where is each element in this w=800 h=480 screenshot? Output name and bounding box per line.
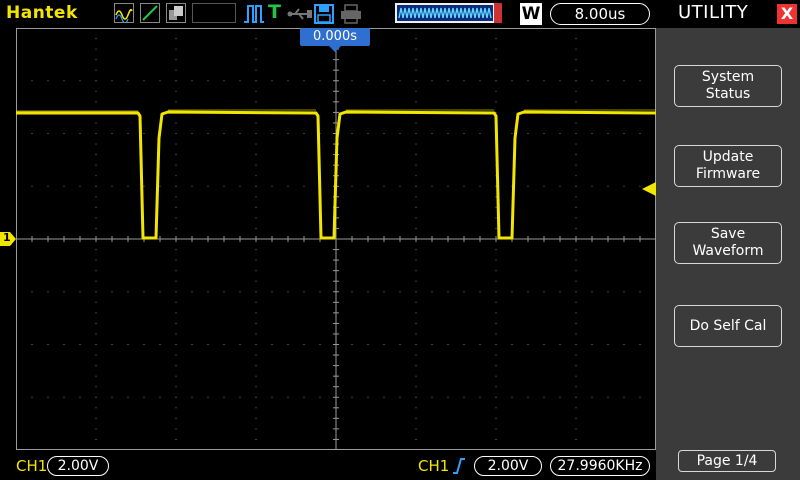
print-icon[interactable]	[340, 4, 362, 28]
menu-item-line1: Update	[702, 149, 754, 165]
memory-depth-indicator	[395, 3, 495, 23]
update-firmware-button[interactable]: Update Firmware	[674, 145, 782, 187]
menu-item-line2: Waveform	[692, 243, 764, 259]
menu-item-line1: System	[701, 69, 755, 85]
save-waveform-button[interactable]: Save Waveform	[674, 222, 782, 264]
memory-position-marker	[494, 3, 502, 23]
menu-item-line1: Save	[710, 226, 746, 242]
status-bar: Hantek T W 8.00us	[0, 0, 656, 28]
save-icon[interactable]	[314, 4, 334, 28]
persist-mode-icon[interactable]	[166, 3, 186, 23]
channel-status-bar: CH1 2.00V CH1 2.00V 27.9960KHz	[0, 452, 656, 480]
trigger-level-readout[interactable]: 2.00V	[474, 456, 542, 476]
close-button[interactable]: X	[777, 4, 797, 24]
xy-mode-icon[interactable]	[140, 3, 160, 23]
menu-page-indicator[interactable]: Page 1/4	[678, 450, 776, 472]
brand-logo: Hantek	[6, 3, 78, 23]
ch1-volts-per-div[interactable]: 2.00V	[47, 456, 109, 476]
do-self-cal-button[interactable]: Do Self Cal	[674, 305, 782, 347]
menu-item-line2: Firmware	[695, 166, 761, 182]
trigger-source-label: CH1	[418, 457, 450, 475]
utility-menu: UTILITY X System Status Update Firmware …	[656, 0, 800, 480]
frequency-readout: 27.9960KHz	[550, 456, 650, 476]
window-mode-label: W	[520, 3, 542, 25]
menu-item-line1: Do Self Cal	[689, 317, 767, 334]
timebase-readout[interactable]: 8.00us	[550, 3, 650, 25]
blank-status-slot	[192, 3, 236, 23]
waveform-vector-icon[interactable]	[114, 3, 134, 24]
usb-icon	[287, 6, 313, 25]
ch1-marker-label: 1	[3, 231, 11, 244]
trigger-position-arrow-icon	[328, 45, 342, 52]
trigger-level-marker[interactable]	[642, 181, 656, 196]
menu-item-line2: Status	[705, 86, 751, 102]
trigger-position-readout[interactable]: 0.000s	[300, 28, 370, 46]
run-mode-icon[interactable]	[242, 2, 266, 26]
waveform-grid[interactable]	[16, 28, 656, 450]
ch1-label: CH1	[16, 457, 48, 475]
menu-title-bar: UTILITY X	[656, 0, 800, 28]
rising-edge-icon	[452, 457, 466, 479]
system-status-button[interactable]: System Status	[674, 65, 782, 107]
ch1-ground-marker[interactable]: 1	[0, 231, 16, 246]
menu-title: UTILITY	[678, 2, 749, 23]
trigger-status-icon: T	[268, 1, 281, 23]
